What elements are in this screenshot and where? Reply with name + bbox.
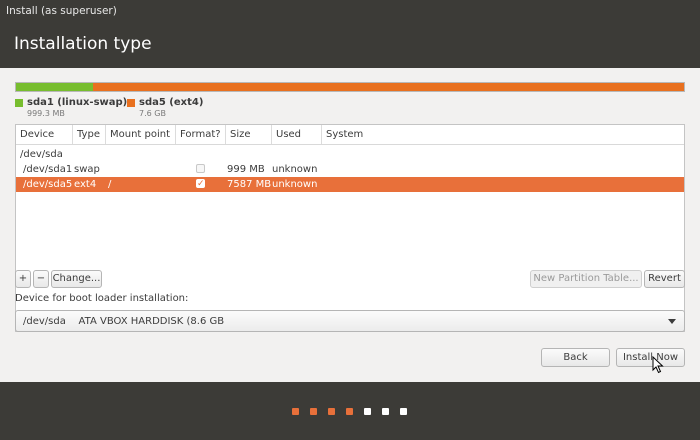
legend-swatch-sda5: [127, 99, 135, 107]
cell-size: 999 MB: [227, 164, 265, 175]
page-title: Installation type: [14, 34, 152, 54]
progress-dot: [364, 408, 371, 415]
dropdown-arrow-icon: [668, 319, 676, 324]
column-header-device[interactable]: Device: [16, 125, 73, 144]
partition-usage-bar: [15, 82, 685, 92]
cell-device: /dev/sda1: [23, 164, 73, 175]
bootloader-device-select[interactable]: /dev/sda ATA VBOX HARDDISK (8.6 GB: [15, 310, 685, 332]
cell-used: unknown: [272, 164, 318, 175]
progress-dot: [328, 408, 335, 415]
table-header: Device Type Mount point Format? Size Use…: [16, 125, 684, 145]
cell-device: /dev/sda5: [23, 179, 73, 190]
legend-size-sda1: 999.3 MB: [27, 109, 65, 118]
format-checkbox[interactable]: [196, 164, 205, 173]
progress-dot: [400, 408, 407, 415]
progress-dot: [346, 408, 353, 415]
add-partition-button[interactable]: +: [15, 270, 31, 288]
footer: [0, 382, 700, 440]
table-row-sda5[interactable]: /dev/sda5 ext4 / ✓ 7587 MB unknown: [16, 177, 684, 192]
table-row-sda1[interactable]: /dev/sda1 swap 999 MB unknown: [16, 162, 684, 177]
remove-partition-button[interactable]: −: [33, 270, 49, 288]
column-header-type[interactable]: Type: [73, 125, 106, 144]
install-now-button[interactable]: Install Now: [616, 348, 685, 367]
column-header-size[interactable]: Size: [226, 125, 272, 144]
back-button[interactable]: Back: [541, 348, 610, 367]
legend-label-sda5: sda5 (ext4): [139, 97, 204, 108]
bootloader-selected-value: /dev/sda ATA VBOX HARDDISK (8.6 GB: [23, 316, 225, 327]
legend-item-sda5: sda5 (ext4) 7.6 GB: [127, 97, 204, 118]
revert-button[interactable]: Revert: [644, 270, 685, 288]
header: Installation type: [0, 22, 700, 68]
format-checkbox-checked[interactable]: ✓: [196, 179, 205, 189]
bootloader-label: Device for boot loader installation:: [15, 293, 189, 304]
column-header-system[interactable]: System: [322, 125, 684, 144]
progress-dot: [292, 408, 299, 415]
legend-item-sda1: sda1 (linux-swap) 999.3 MB: [15, 97, 128, 118]
title-bar: Install (as superuser): [0, 0, 700, 22]
cell-mount: /: [108, 179, 112, 190]
table-row-sda[interactable]: /dev/sda: [16, 147, 684, 162]
cell-type: swap: [74, 164, 100, 175]
legend-label-sda1: sda1 (linux-swap): [27, 97, 128, 108]
progress-dot: [382, 408, 389, 415]
step-progress-indicator: [292, 408, 418, 415]
cell-used: unknown: [272, 179, 318, 190]
change-partition-button[interactable]: Change...: [51, 270, 102, 288]
main-content: sda1 (linux-swap) 999.3 MB sda5 (ext4) 7…: [0, 68, 700, 382]
legend-size-sda5: 7.6 GB: [139, 109, 166, 118]
legend-swatch-sda1: [15, 99, 23, 107]
cell-type: ext4: [74, 179, 97, 190]
progress-dot: [310, 408, 317, 415]
window-title: Install (as superuser): [6, 5, 117, 17]
new-partition-table-button[interactable]: New Partition Table...: [530, 270, 642, 288]
column-header-used[interactable]: Used: [272, 125, 322, 144]
partition-bar-segment-sda5: [93, 83, 684, 91]
cell-size: 7587 MB: [227, 179, 272, 190]
partition-bar-segment-sda1: [16, 83, 94, 91]
column-header-format[interactable]: Format?: [176, 125, 226, 144]
mouse-pointer-icon: [652, 356, 664, 374]
installer-window: Install (as superuser) Installation type…: [0, 0, 700, 440]
column-header-mount-point[interactable]: Mount point: [106, 125, 176, 144]
cell-device: /dev/sda: [20, 149, 63, 160]
